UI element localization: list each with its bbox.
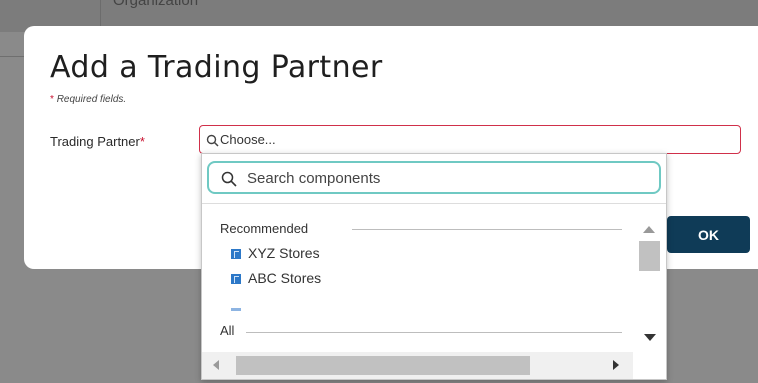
search-icon [221, 171, 237, 187]
partially-visible-item [231, 308, 241, 311]
background-rule [0, 56, 24, 57]
search-icon [206, 134, 219, 147]
scroll-right-arrow-icon[interactable] [613, 360, 619, 370]
trading-partner-select[interactable]: Choose... [199, 125, 741, 154]
list-item-label: ABC Stores [248, 270, 322, 286]
group-rule-all [246, 332, 622, 333]
required-fields-text: Required fields. [56, 94, 127, 105]
modal-title: Add a Trading Partner [50, 50, 383, 85]
background-organization-label: Organization [113, 0, 199, 9]
trading-partner-select-value: Choose... [220, 132, 276, 147]
component-icon [231, 274, 241, 284]
horizontal-scroll-thumb[interactable] [236, 356, 530, 375]
scrollbar-corner [633, 352, 666, 379]
trading-partner-dropdown: Recommended XYZ Stores ABC Stores All [201, 153, 667, 380]
required-star: * [50, 94, 54, 105]
required-fields-note: * Required fields. [50, 94, 126, 105]
trading-partner-required-star: * [139, 134, 145, 149]
vertical-scroll-thumb[interactable] [639, 241, 660, 271]
search-components-input[interactable] [247, 167, 647, 189]
component-list: Recommended XYZ Stores ABC Stores All [202, 204, 632, 352]
trading-partner-label-text: Trading Partner [50, 134, 140, 149]
scroll-up-arrow-icon[interactable] [643, 226, 655, 233]
horizontal-scrollbar[interactable] [202, 352, 633, 379]
scroll-left-arrow-icon[interactable] [213, 360, 219, 370]
group-header-all: All [220, 323, 235, 338]
trading-partner-label: Trading Partner* [50, 134, 145, 149]
ok-button[interactable]: OK [667, 216, 750, 253]
list-item-label: XYZ Stores [248, 245, 320, 261]
group-header-recommended: Recommended [220, 221, 309, 236]
search-box [207, 161, 661, 194]
scroll-down-arrow-icon[interactable] [644, 334, 656, 341]
component-icon [231, 249, 241, 259]
group-rule-recommended [352, 229, 622, 230]
vertical-scrollbar[interactable] [633, 204, 666, 352]
